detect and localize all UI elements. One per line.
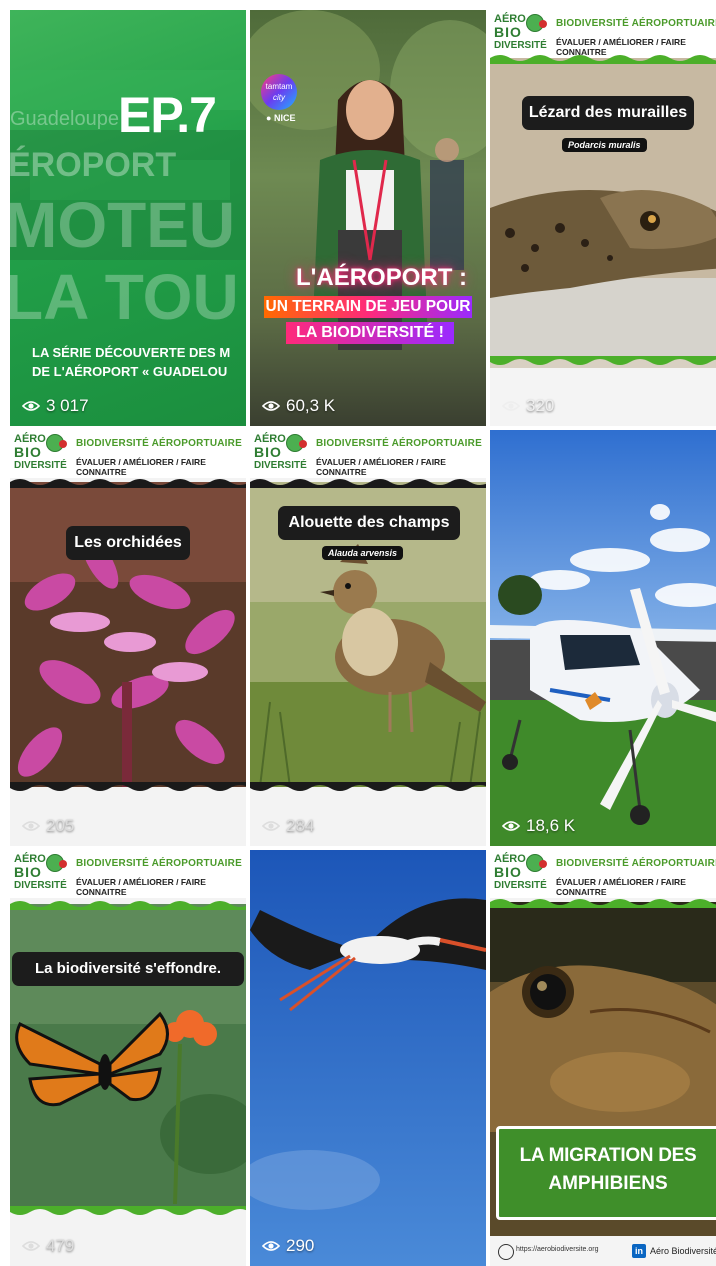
bg-text-la-tour: LA TOU xyxy=(10,261,239,333)
green-wave-top xyxy=(490,55,716,64)
series-subtitle-2: DE L'AÉROPORT « GUADELOU xyxy=(32,364,228,379)
view-count: 205 xyxy=(22,816,74,836)
headline-2: UN TERRAIN DE JEU POUR xyxy=(264,296,472,318)
reels-grid: Guadeloupe EP.7 ÉROPORT MOTEU LA TOU LA … xyxy=(10,10,716,1266)
header-title: BIODIVERSITÉ AÉROPORTUAIRE xyxy=(76,438,242,449)
eye-icon xyxy=(502,401,520,411)
dark-wave-top xyxy=(10,479,246,488)
eye-icon xyxy=(262,1241,280,1251)
view-count: 60,3 K xyxy=(262,396,335,416)
green-wave-bottom xyxy=(490,356,716,365)
eye-icon xyxy=(262,401,280,411)
headline-1: L'AÉROPORT : xyxy=(296,264,468,291)
reel-tile-alouette[interactable]: AÉRO BIO DIVERSITÉ BIODIVERSITÉ AÉROPORT… xyxy=(250,430,486,846)
linkedin-name[interactable]: Aéro Biodiversité xyxy=(650,1246,716,1256)
view-count: 18,6 K xyxy=(502,816,575,836)
location-label: ● NICE xyxy=(266,113,296,123)
header-title: BIODIVERSITÉ AÉROPORTUAIRE xyxy=(556,858,716,869)
episode-label: EP.7 xyxy=(118,87,217,143)
series-subtitle-1: LA SÉRIE DÉCOUVERTE DES M xyxy=(32,345,231,360)
bg-text-aeroport: ÉROPORT xyxy=(10,146,177,184)
pin-icon: ● xyxy=(266,113,272,123)
view-count: 3 017 xyxy=(22,396,89,416)
eye-icon xyxy=(262,821,280,831)
banner-line-1: LA MIGRATION DES xyxy=(519,1145,697,1166)
header-subtitle: ÉVALUER / AMÉLIORER / FAIRE CONNAITRE xyxy=(76,877,206,897)
header-subtitle: ÉVALUER / AMÉLIORER / FAIRE CONNAITRE xyxy=(76,457,206,477)
view-count: 479 xyxy=(22,1236,74,1256)
aero-bio-logo: AÉRO BIO DIVERSITÉ xyxy=(14,433,67,471)
reel-tile-orchidees[interactable]: AÉRO BIO DIVERSITÉ BIODIVERSITÉ AÉROPORT… xyxy=(10,430,246,846)
dark-wave-bottom xyxy=(10,782,246,791)
aero-bio-logo: AÉRO BIO DIVERSITÉ xyxy=(254,433,307,471)
eye-icon xyxy=(22,401,40,411)
butterfly-photo xyxy=(10,904,246,1209)
view-count: 320 xyxy=(502,396,554,416)
bio-header: AÉRO BIO DIVERSITÉ BIODIVERSITÉ AÉROPORT… xyxy=(10,850,246,898)
green-wave-top xyxy=(10,901,246,910)
green-wave-bottom xyxy=(10,1206,246,1215)
banner-line-2: AMPHIBIENS xyxy=(548,1173,668,1194)
title-label: La biodiversité s'effondre. xyxy=(12,952,244,986)
globe-icon xyxy=(498,1244,514,1260)
reel-tile-avion[interactable]: 18,6 K xyxy=(490,430,716,846)
stork-photo xyxy=(250,850,486,1266)
header-subtitle: ÉVALUER / AMÉLIORER / FAIRE CONNAITRE xyxy=(316,457,446,477)
headline-3: LA BIODIVERSITÉ ! xyxy=(286,322,454,344)
tamtam-badge: tamtam city xyxy=(261,74,297,110)
view-count: 284 xyxy=(262,816,314,836)
bg-text-moteur: MOTEU xyxy=(10,189,236,261)
reel-tile-ep7[interactable]: Guadeloupe EP.7 ÉROPORT MOTEU LA TOU LA … xyxy=(10,10,246,426)
latin-name: Podarcis muralis xyxy=(562,138,647,152)
reel-tile-biodiversite[interactable]: AÉRO BIO DIVERSITÉ BIODIVERSITÉ AÉROPORT… xyxy=(10,850,246,1266)
eye-icon xyxy=(22,821,40,831)
view-count: 290 xyxy=(262,1236,314,1256)
header-title: BIODIVERSITÉ AÉROPORTUAIRE xyxy=(316,438,482,449)
reel-tile-cigogne[interactable]: 290 xyxy=(250,850,486,1266)
woman-photo xyxy=(250,10,486,350)
linkedin-icon: in xyxy=(632,1244,646,1258)
bio-header: AÉRO BIO DIVERSITÉ BIODIVERSITÉ AÉROPORT… xyxy=(10,430,246,478)
bio-header: AÉRO BIO DIVERSITÉ BIODIVERSITÉ AÉROPORT… xyxy=(490,10,716,58)
latin-name: Alauda arvensis xyxy=(322,546,404,560)
reel-tile-nice[interactable]: tamtam city ● NICE L'AÉROPORT : UN TERRA… xyxy=(250,10,486,426)
bio-header: AÉRO BIO DIVERSITÉ BIODIVERSITÉ AÉROPORT… xyxy=(490,850,716,898)
species-label: Alouette des champs xyxy=(278,506,460,540)
aero-bio-logo: AÉRO BIO DIVERSITÉ xyxy=(494,13,547,51)
dark-wave-top xyxy=(250,479,486,488)
species-label: Les orchidées xyxy=(66,526,190,560)
species-label: Lézard des murailles xyxy=(522,96,694,130)
migration-banner: LA MIGRATION DES AMPHIBIENS xyxy=(496,1126,716,1220)
airplane-photo xyxy=(490,430,716,846)
bg-text-guadeloupe: Guadeloupe xyxy=(10,108,119,130)
header-subtitle: ÉVALUER / AMÉLIORER / FAIRE CONNAITRE xyxy=(556,877,686,897)
bio-header: AÉRO BIO DIVERSITÉ BIODIVERSITÉ AÉROPORT… xyxy=(250,430,486,478)
aero-bio-logo: AÉRO BIO DIVERSITÉ xyxy=(14,853,67,891)
reel-tile-lezard[interactable]: AÉRO BIO DIVERSITÉ BIODIVERSITÉ AÉROPORT… xyxy=(490,10,716,426)
aero-bio-logo: AÉRO BIO DIVERSITÉ xyxy=(494,853,547,891)
eye-icon xyxy=(22,1241,40,1251)
footer-bar: https://aerobiodiversite.org in Aéro Bio… xyxy=(490,1236,716,1266)
header-title: BIODIVERSITÉ AÉROPORTUAIRE xyxy=(556,18,716,29)
website-link[interactable]: https://aerobiodiversite.org xyxy=(516,1246,599,1253)
eye-icon xyxy=(502,821,520,831)
header-title: BIODIVERSITÉ AÉROPORTUAIRE xyxy=(76,858,242,869)
dark-wave-bottom xyxy=(250,782,486,791)
reel-tile-amphibiens[interactable]: AÉRO BIO DIVERSITÉ BIODIVERSITÉ AÉROPORT… xyxy=(490,850,716,1266)
green-wave-top xyxy=(490,899,716,908)
